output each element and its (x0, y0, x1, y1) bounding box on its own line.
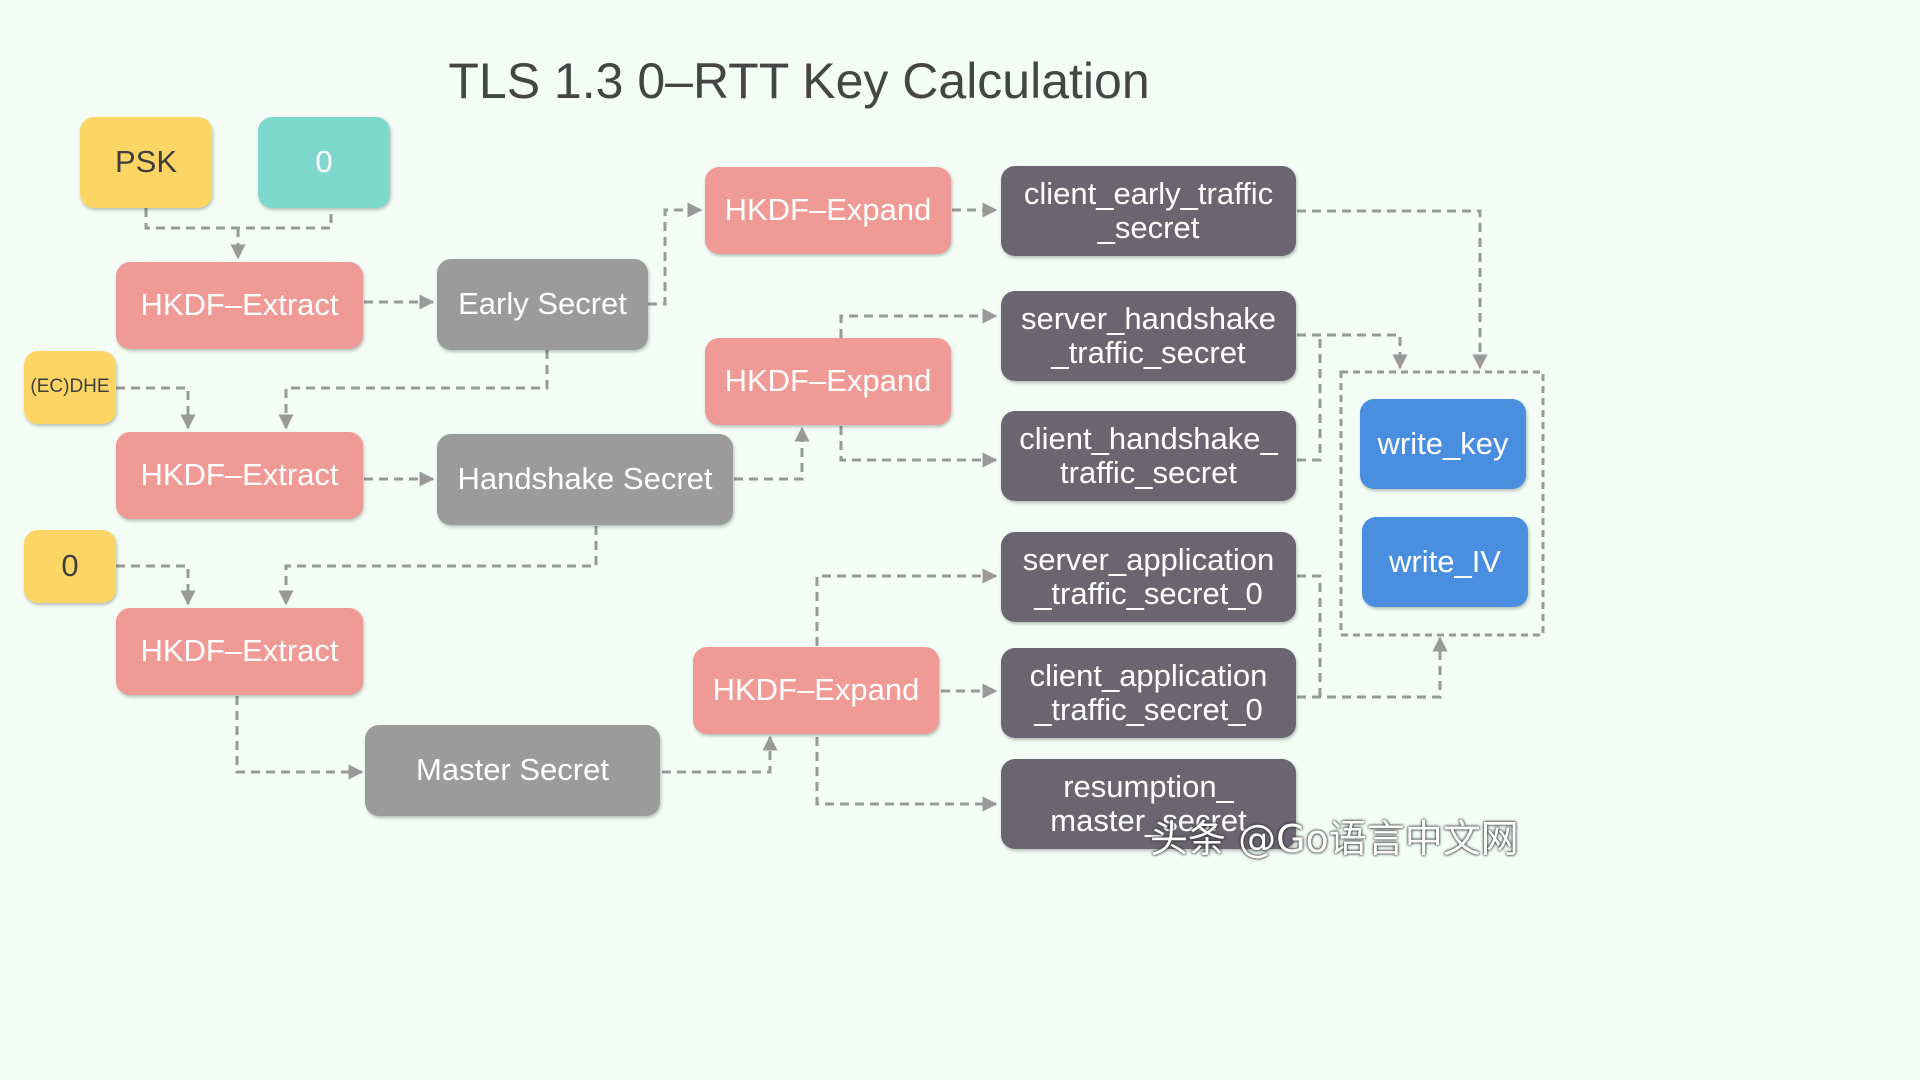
watermark: 头条 @Go语言中文网 (1150, 817, 1519, 861)
hkdf-extract-early-label: HKDF–Extract (140, 287, 339, 323)
chts-line2: traffic_secret (1060, 455, 1237, 490)
wire-zero-to-extract3 (116, 564, 196, 606)
wire-chts-to-keys (1297, 335, 1322, 462)
client-handshake-traffic-secret: client_handshake_ traffic_secret (1001, 411, 1296, 501)
wire-cats-to-keys (1297, 636, 1448, 699)
hkdf-expand-master-label: HKDF–Expand (712, 672, 920, 708)
server-handshake-traffic-secret: server_handshake _traffic_secret (1001, 291, 1296, 381)
wire-sats-to-keys (1297, 574, 1322, 697)
hkdf-expand-handshake: HKDF–Expand (705, 338, 951, 425)
cets-line2: _secret (1097, 210, 1200, 245)
hkdf-extract-handshake-label: HKDF–Extract (140, 457, 339, 493)
psk-label: PSK (114, 144, 178, 180)
handshake-secret-label: Handshake Secret (457, 461, 713, 497)
write-iv: write_IV (1362, 517, 1528, 607)
wire-expand3-to-rms (815, 737, 998, 812)
hkdf-extract-master: HKDF–Extract (116, 608, 363, 695)
diagram-title: TLS 1.3 0–RTT Key Calculation (448, 53, 1150, 109)
chts-line1: client_handshake_ (1019, 420, 1278, 456)
wire-master-to-expand3 (662, 735, 778, 774)
cats-line2: _traffic_secret_0 (1034, 692, 1263, 727)
cats-line1: client_application (1029, 657, 1268, 693)
master-secret: Master Secret (365, 725, 660, 816)
wire-extract3-to-master (235, 696, 364, 780)
wire-cets-to-keys (1297, 209, 1488, 370)
hkdf-extract-handshake: HKDF–Extract (116, 432, 363, 519)
hkdf-extract-master-label: HKDF–Extract (140, 633, 339, 669)
hkdf-expand-early: HKDF–Expand (705, 167, 951, 254)
wire-ecdhe-to-extract2 (116, 386, 196, 430)
handshake-secret: Handshake Secret (437, 434, 733, 525)
write-key: write_key (1360, 399, 1526, 489)
wire-early-to-extract2 (278, 350, 549, 430)
client-application-traffic-secret-0: client_application _traffic_secret_0 (1001, 648, 1296, 738)
zero-salt-label: 0 (315, 144, 333, 180)
early-secret: Early Secret (437, 259, 648, 350)
wire-psk-to-extract1 (144, 208, 333, 230)
wire-shts-to-keys (1297, 333, 1408, 370)
cets-line1: client_early_traffic (1023, 175, 1274, 211)
early-secret-label: Early Secret (458, 286, 627, 322)
zero-ikm-label: 0 (61, 548, 79, 584)
shts-line2: _traffic_secret (1051, 335, 1246, 370)
wire-handshake-to-extract3 (278, 526, 598, 606)
write-iv-label: write_IV (1389, 543, 1501, 579)
ecdhe-label: (EC)DHE (30, 376, 110, 398)
wire-expand2-to-chts (839, 426, 998, 468)
client-early-traffic-secret: client_early_traffic _secret (1001, 166, 1296, 256)
wire-expand3-to-sats (815, 568, 998, 646)
hkdf-expand-master: HKDF–Expand (693, 647, 939, 734)
shts-line1: server_handshake (1020, 300, 1277, 336)
hkdf-extract-early: HKDF–Extract (116, 262, 363, 349)
zero-ikm-input: 0 (24, 530, 116, 603)
wire-handshake-to-expand2 (734, 426, 810, 481)
hkdf-expand-early-label: HKDF–Expand (724, 192, 932, 228)
sats-line2: _traffic_secret_0 (1034, 576, 1263, 611)
hkdf-expand-handshake-label: HKDF–Expand (724, 363, 932, 399)
write-key-label: write_key (1377, 425, 1509, 461)
master-secret-label: Master Secret (416, 752, 609, 788)
wire-early-to-expand1 (648, 202, 703, 306)
rms-line1: resumption_ (1063, 768, 1234, 804)
zero-salt-input: 0 (258, 117, 390, 208)
psk-input: PSK (80, 117, 212, 208)
wire-expand2-to-shts (839, 308, 998, 338)
sats-line1: server_application (1022, 541, 1275, 577)
ecdhe-input: (EC)DHE (24, 351, 116, 424)
server-application-traffic-secret-0: server_application _traffic_secret_0 (1001, 532, 1296, 622)
